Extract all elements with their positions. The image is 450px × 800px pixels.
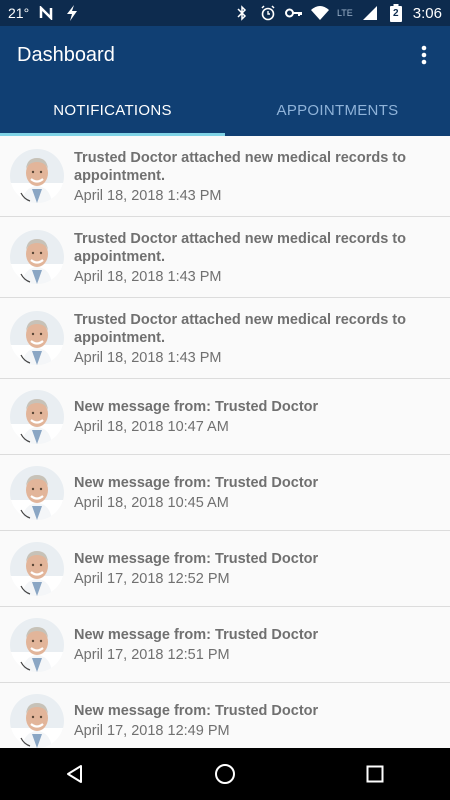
doctor-avatar: [10, 389, 64, 444]
page-title: Dashboard: [17, 43, 115, 66]
back-icon: [67, 765, 82, 783]
notification-date: April 17, 2018 12:51 PM: [74, 647, 230, 663]
notification-text: Trusted Doctor attached new medical reco…: [74, 149, 450, 204]
notification-text: New message from: Trusted Doctor April 18…: [74, 398, 450, 435]
battery-level: 2: [393, 8, 399, 19]
doctor-avatar: [10, 465, 64, 520]
home-icon: [215, 764, 235, 784]
notification-title: Trusted Doctor attached new medical reco…: [74, 230, 406, 265]
notification-text: Trusted Doctor attached new medical reco…: [74, 230, 450, 285]
navigation-bar: [0, 748, 450, 800]
doctor-avatar: [10, 617, 64, 672]
n-app-icon: [37, 4, 55, 22]
notification-date: April 18, 2018 1:43 PM: [74, 187, 222, 204]
notification-text: New message from: Trusted Doctor April 17…: [74, 550, 450, 587]
more-vert-icon: [421, 45, 427, 65]
tab-notifications[interactable]: NOTIFICATIONS: [0, 84, 225, 136]
notification-text: New message from: Trusted Doctor April 17…: [74, 626, 450, 663]
notification-row[interactable]: Trusted Doctor attached new medical reco…: [0, 217, 450, 298]
notification-date: April 18, 2018 1:43 PM: [74, 349, 222, 366]
doctor-avatar: [10, 230, 64, 284]
notification-title: Trusted Doctor attached new medical reco…: [74, 149, 406, 184]
recents-button[interactable]: [350, 749, 400, 799]
notifications-list[interactable]: Trusted Doctor attached new medical reco…: [0, 136, 450, 748]
notification-row[interactable]: New message from: Trusted Doctor April 17…: [0, 531, 450, 607]
doctor-avatar: [10, 541, 64, 596]
doctor-avatar: [10, 693, 64, 748]
notification-row[interactable]: New message from: Trusted Doctor April 17…: [0, 607, 450, 683]
tab-bar: NOTIFICATIONS APPOINTMENTS: [0, 84, 450, 136]
doctor-avatar: [10, 311, 64, 365]
notification-row[interactable]: New message from: Trusted Doctor April 18…: [0, 379, 450, 455]
notification-title: New message from: Trusted Doctor: [74, 703, 319, 719]
notification-date: April 18, 2018 10:47 AM: [74, 419, 229, 435]
notification-text: Trusted Doctor attached new medical reco…: [74, 311, 450, 366]
status-bar: 21° LTE 2 3:06: [0, 0, 450, 26]
notification-title: New message from: Trusted Doctor: [74, 399, 319, 415]
notification-row[interactable]: Trusted Doctor attached new medical reco…: [0, 298, 450, 379]
app-bar: Dashboard: [0, 26, 450, 84]
notification-row[interactable]: New message from: Trusted Doctor April 18…: [0, 455, 450, 531]
notification-title: New message from: Trusted Doctor: [74, 627, 319, 643]
network-type-label: LTE: [336, 8, 353, 18]
notification-row[interactable]: Trusted Doctor attached new medical reco…: [0, 136, 450, 217]
bluetooth-icon: [233, 4, 251, 22]
notification-text: New message from: Trusted Doctor April 18…: [74, 474, 450, 511]
doctor-avatar: [10, 149, 64, 203]
clock-time: 3:06: [412, 4, 442, 22]
notification-title: New message from: Trusted Doctor: [74, 551, 319, 567]
battery-icon: 2: [387, 4, 405, 22]
home-button[interactable]: [200, 749, 250, 799]
notification-date: April 17, 2018 12:49 PM: [74, 723, 230, 739]
recents-icon: [366, 765, 384, 783]
notification-date: April 18, 2018 10:45 AM: [74, 495, 229, 511]
key-icon: [284, 4, 303, 22]
wifi-icon: [310, 4, 329, 22]
notification-title: Trusted Doctor attached new medical reco…: [74, 311, 406, 346]
tab-appointments[interactable]: APPOINTMENTS: [225, 84, 450, 136]
lightning-icon: [63, 4, 81, 22]
notification-row[interactable]: New message from: Trusted Doctor April 17…: [0, 683, 450, 748]
signal-icon: [361, 4, 379, 22]
notification-date: April 18, 2018 1:43 PM: [74, 268, 222, 285]
notification-date: April 17, 2018 12:52 PM: [74, 571, 230, 587]
alarm-icon: [259, 4, 277, 22]
notification-text: New message from: Trusted Doctor April 17…: [74, 702, 450, 739]
back-button[interactable]: [50, 749, 100, 799]
temperature: 21°: [8, 5, 30, 21]
overflow-menu-button[interactable]: [404, 35, 444, 75]
notification-title: New message from: Trusted Doctor: [74, 475, 319, 491]
